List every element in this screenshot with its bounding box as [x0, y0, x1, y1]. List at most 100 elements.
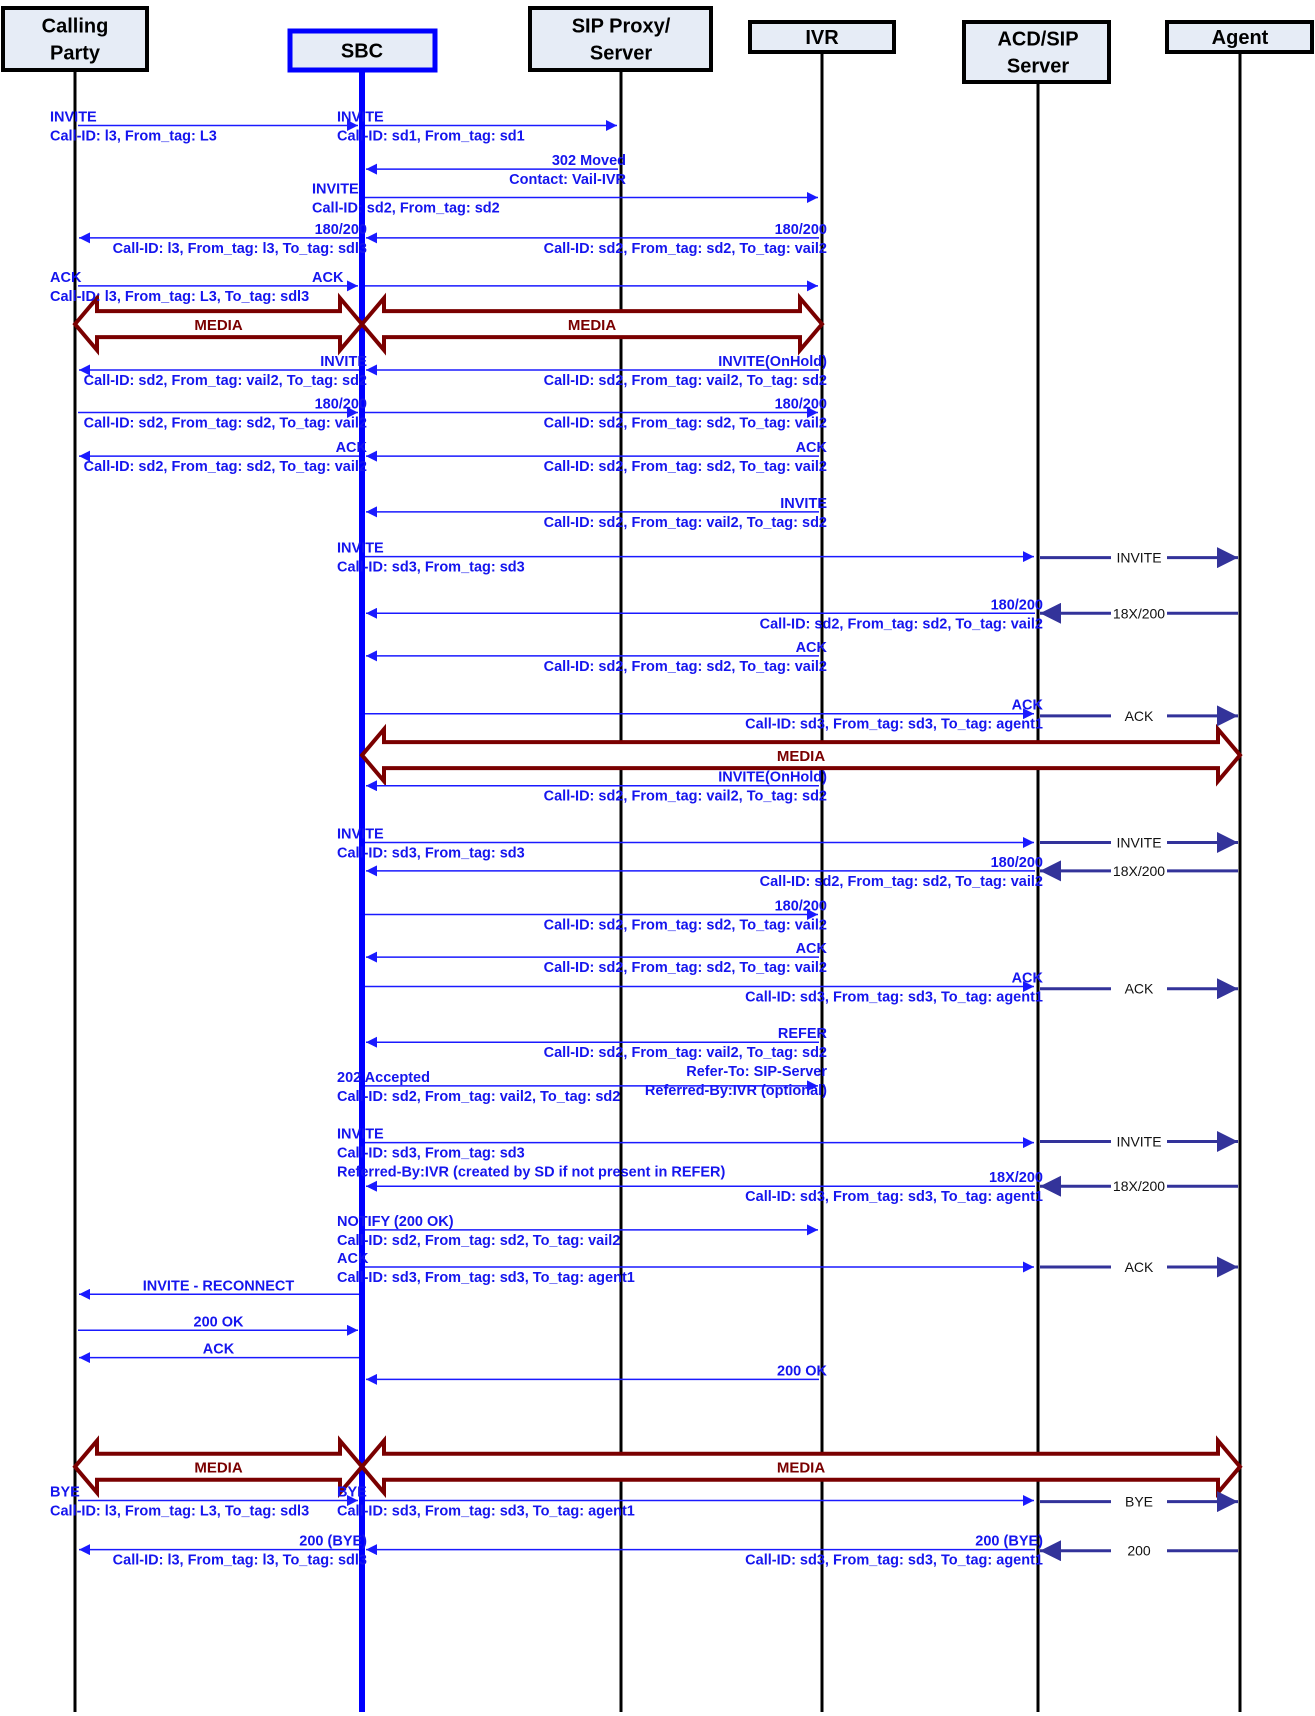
message-label: ACK: [1012, 971, 1044, 987]
message-label: INVITE: [320, 354, 367, 370]
message: 200 OK: [366, 1363, 828, 1385]
message-label: REFER: [778, 1026, 828, 1042]
message-detail: Call-ID: sd3, From_tag: sd3, To_tag: age…: [745, 990, 1043, 1006]
message-detail: Call-ID: sd2, From_tag: sd2, To_tag: vai…: [544, 918, 827, 934]
message-label: ACK: [796, 941, 828, 957]
message: INVITE Call-ID: sd3, From_tag: sd3: [337, 541, 1034, 576]
media-stream: MEDIA: [72, 292, 365, 356]
message-detail: Call-ID: sd2, From_tag: vail2, To_tag: s…: [544, 515, 827, 531]
message-detail: Call-ID: sd1, From_tag: sd1: [337, 128, 525, 144]
message-label: 180/200: [991, 597, 1043, 613]
message-label: NOTIFY (200 OK): [337, 1214, 454, 1230]
message-label: 200 OK: [777, 1363, 827, 1379]
agent-message-label: INVITE: [1116, 834, 1161, 850]
message-label: INVITE: [337, 1127, 384, 1143]
message-label: 200 OK: [194, 1314, 244, 1330]
message-label: 180/200: [775, 397, 827, 413]
message: ACK Call-ID: sd3, From_tag: sd3, To_tag: …: [365, 698, 1044, 733]
agent-message: 18X/200: [1040, 1175, 1238, 1197]
agent-message-label: ACK: [1125, 708, 1154, 724]
message-label: INVITE: [780, 496, 827, 512]
message-detail: Call-ID: sd3, From_tag: sd3, To_tag: age…: [745, 1189, 1043, 1205]
agent-message: ACK: [1040, 978, 1238, 1000]
message-label: ACK: [203, 1342, 235, 1358]
media-label: MEDIA: [777, 748, 826, 765]
message-label: 202 Accepted: [337, 1070, 430, 1086]
message-detail: Refer-To: SIP-Server: [686, 1064, 827, 1080]
message: ACK: [79, 1342, 359, 1364]
agent-message-label: 18X/200: [1113, 605, 1165, 621]
agent-message-label: INVITE: [1116, 550, 1161, 566]
message: 180/200 Call-ID: sd2, From_tag: sd2, To_t…: [365, 397, 827, 432]
message-detail: Call-ID: sd2, From_tag: vail2, To_tag: s…: [544, 789, 827, 805]
message: ACK Call-ID: sd3, From_tag: sd3, To_tag: …: [337, 1251, 1034, 1286]
message-detail: Call-ID: sd2, From_tag: vail2, To_tag: s…: [544, 373, 827, 389]
message-label: 18X/200: [989, 1170, 1043, 1186]
message: INVITE Call-ID: sd2, From_tag: vail2, To_…: [366, 496, 827, 531]
agent-message-label: 200: [1127, 1543, 1151, 1559]
message-label: 180/200: [991, 855, 1043, 871]
message-label: 200 (BYE): [975, 1534, 1043, 1550]
message: INVITE Call-ID: l3, From_tag: L3: [50, 109, 358, 144]
message-label: BYE: [50, 1485, 80, 1501]
message-label: ACK: [337, 1251, 369, 1267]
message-label: 200 (BYE): [299, 1534, 367, 1550]
message: INVITE Call-ID: sd1, From_tag: sd1: [337, 109, 617, 144]
message-detail: Call-ID: sd2, From_tag: sd2, To_tag: vai…: [544, 960, 827, 976]
message-label: INVITE: [50, 109, 97, 125]
message-detail: Call-ID: l3, From_tag: l3, To_tag: sdl3: [113, 241, 367, 257]
message: ACK Call-ID: sd2, From_tag: sd2, To_tag: …: [366, 440, 828, 475]
media-label: MEDIA: [568, 317, 617, 334]
message-detail: Call-ID: sd3, From_tag: sd3, To_tag: age…: [337, 1270, 635, 1286]
message: 200 OK: [78, 1314, 358, 1336]
actor-label: SIP Proxy/: [572, 16, 671, 38]
message: INVITE Call-ID: sd3, From_tag: sd3 Referre…: [337, 1127, 1034, 1181]
sequence-diagram: MEDIA MEDIA MEDIA MEDIA MEDIA INVITE Call-ID:…: [1, 6, 1314, 1712]
message-detail: Call-ID: sd2, From_tag: sd2, To_tag: vai…: [544, 459, 827, 475]
message-detail: Call-ID: sd2, From_tag: sd2, To_tag: vai…: [760, 616, 1043, 632]
message-detail: Call-ID: sd2, From_tag: sd2, To_tag: vai…: [337, 1233, 620, 1249]
message-label: ACK: [50, 270, 82, 286]
media-label: MEDIA: [194, 1460, 243, 1477]
message: INVITE - RECONNECT: [79, 1278, 359, 1300]
message-label: ACK: [796, 440, 828, 456]
message: 180/200 Call-ID: sd2, From_tag: sd2, To_t…: [366, 222, 827, 257]
message-detail: Call-ID: sd3, From_tag: sd3: [337, 1146, 525, 1162]
message-label: ACK: [312, 270, 344, 286]
message: 180/200 Call-ID: sd2, From_tag: sd2, To_t…: [78, 397, 367, 432]
agent-message: ACK: [1040, 705, 1238, 727]
message-detail: Call-ID: sd2, From_tag: sd2, To_tag: vai…: [760, 874, 1043, 890]
message-label: 180/200: [315, 397, 367, 413]
message-detail: Call-ID: sd3, From_tag: sd3, To_tag: age…: [337, 1504, 635, 1520]
message-label: INVITE: [337, 541, 384, 557]
agent-message-label: ACK: [1125, 1259, 1154, 1275]
message-detail: Call-ID: sd2, From_tag: sd2, To_tag: vai…: [84, 416, 367, 432]
actor-label: IVR: [805, 27, 839, 49]
message-detail: Call-ID: sd2, From_tag: sd2, To_tag: vai…: [84, 459, 367, 475]
message: ACK: [312, 270, 818, 292]
actor-label: SBC: [341, 41, 383, 63]
message-label: INVITE: [337, 826, 384, 842]
agent-message: ACK: [1040, 1256, 1238, 1278]
message-detail: Call-ID: l3, From_tag: L3, To_tag: sdl3: [50, 1504, 309, 1520]
message-label: INVITE: [312, 182, 359, 198]
message-detail: Call-ID: sd2, From_tag: vail2, To_tag: s…: [544, 1045, 827, 1061]
message: ACK Call-ID: sd2, From_tag: sd2, To_tag: …: [366, 640, 828, 675]
message-label: 180/200: [775, 899, 827, 915]
message: 200 (BYE) Call-ID: sd3, From_tag: sd3, To…: [366, 1534, 1043, 1569]
message-detail: Call-ID: sd3, From_tag: sd3, To_tag: age…: [745, 1553, 1043, 1569]
message: BYE Call-ID: sd3, From_tag: sd3, To_tag: …: [337, 1485, 1034, 1520]
message: NOTIFY (200 OK) Call-ID: sd2, From_tag: s…: [337, 1214, 818, 1249]
message: 180/200 Call-ID: sd2, From_tag: sd2, To_t…: [365, 899, 827, 934]
message: 180/200 Call-ID: sd2, From_tag: sd2, To_t…: [366, 597, 1043, 632]
message: ACK Call-ID: sd2, From_tag: sd2, To_tag: …: [79, 440, 368, 475]
agent-message-label: BYE: [1125, 1494, 1153, 1510]
actor-caller: Calling Party: [1, 6, 149, 72]
message-detail: Call-ID: sd3, From_tag: sd3, To_tag: age…: [745, 717, 1043, 733]
message-detail: Call-ID: sd3, From_tag: sd3: [337, 560, 525, 576]
message-label: 180/200: [315, 222, 367, 238]
message-detail: Call-ID: sd2, From_tag: sd2: [312, 201, 500, 217]
message-detail: Call-ID: l3, From_tag: L3, To_tag: sdl3: [50, 289, 309, 305]
message-detail: Contact: Vail-IVR: [509, 172, 626, 188]
actor-agent: Agent: [1165, 20, 1314, 54]
